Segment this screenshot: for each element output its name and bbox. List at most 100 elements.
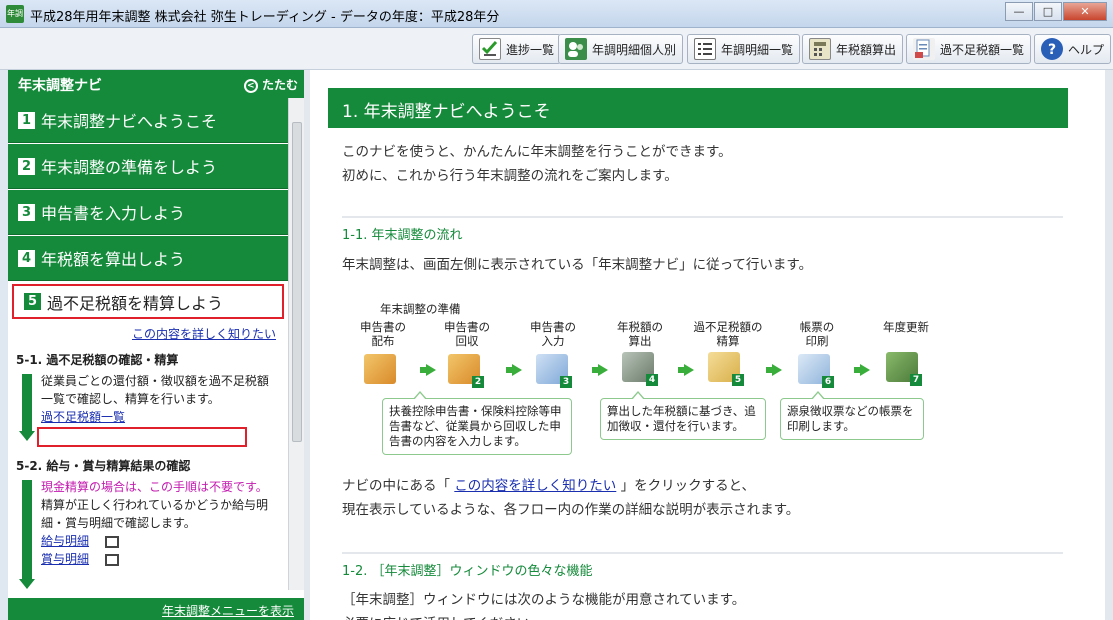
- calculator-icon: [809, 38, 831, 60]
- list-icon: [694, 38, 716, 60]
- step-label: 年末調整ナビへようこそ: [41, 112, 218, 131]
- toolbar: 進捗一覧 年調明細個人別 年調明細一覧 年税額算出 過不足税額一覧 ? ヘルプ: [0, 28, 1113, 70]
- progress-arrow: [19, 480, 35, 589]
- flow-step-label: 帳票の 印刷: [799, 320, 835, 348]
- section-5-1-title: 5-1. 過不足税額の確認・精算: [16, 353, 179, 367]
- flow-intro: 年末調整は、画面左側に表示されている「年末調整ナビ」に従って行います。: [342, 257, 813, 273]
- window-title: 平成28年用年末調整 株式会社 弥生トレーディング - データの年度：平成28年…: [30, 10, 500, 25]
- detail-info-link[interactable]: この内容を詳しく知りたい: [132, 325, 276, 342]
- flow-arrow-icon: [420, 364, 436, 376]
- step-number: 5: [24, 293, 41, 310]
- step-label: 申告書を入力しよう: [41, 204, 186, 223]
- show-menu-link[interactable]: 年末調整メニューを表示: [162, 602, 294, 619]
- individual-detail-button[interactable]: 年調明細個人別: [558, 34, 684, 64]
- individual-detail-label: 年調明細個人別: [592, 42, 677, 57]
- flow-arrow-icon: [506, 364, 522, 376]
- detail-info-inline-link[interactable]: この内容を詳しく知りたい: [454, 478, 616, 494]
- flow-group-label: 年末調整の準備: [380, 302, 461, 316]
- nav-footer: 年末調整メニューを表示: [8, 598, 304, 620]
- nav-title: 年末調整ナビ: [18, 78, 102, 94]
- nav-step-5[interactable]: 5 過不足税額を精算しよう: [12, 284, 284, 319]
- new-window-icon[interactable]: [104, 553, 119, 566]
- intro-line-1: このナビを使うと、かんたんに年末調整を行うことができます。: [342, 144, 732, 160]
- settlement-explanation-bubble: 算出した年税額に基づき、追加徴収・還付を行います。: [600, 391, 766, 440]
- step-number: 4: [18, 249, 35, 267]
- tax-difference-list-link[interactable]: 過不足税額一覧: [41, 410, 125, 424]
- progress-list-button[interactable]: 進捗一覧: [472, 34, 562, 64]
- help-label: ヘルプ: [1068, 42, 1105, 57]
- flow-arrow-icon: [854, 364, 870, 376]
- tax-list-icon: [913, 38, 935, 60]
- distribute-form-icon: [364, 354, 396, 384]
- features-more: 必要に応じて活用してください。: [342, 612, 544, 620]
- flow-step-label: 申告書の 入力: [530, 320, 576, 348]
- step-number: 2: [18, 157, 35, 175]
- title-bar: 年調 平成28年用年末調整 株式会社 弥生トレーディング - データの年度：平成…: [0, 0, 1113, 28]
- detail-list-button[interactable]: 年調明細一覧: [687, 34, 801, 64]
- help-icon: ?: [1041, 38, 1063, 60]
- content-title: 1. 年末調整ナビへようこそ: [328, 88, 1068, 128]
- step-number: 1: [18, 111, 35, 129]
- progress-arrow: [19, 374, 35, 441]
- year-end-flow-diagram: 年末調整の準備 申告書の 配布 申告書の 回収 申告書の 入力 年税額の 算出 過不足税…: [340, 302, 1100, 455]
- svg-text:?: ?: [1048, 42, 1056, 58]
- nav-step-1[interactable]: 1 年末調整ナビへようこそ: [8, 98, 288, 143]
- persons-icon: [565, 38, 587, 60]
- subheading-features: 1-2. ［年末調整］ウィンドウの色々な機能: [342, 552, 1063, 579]
- flow-step-label: 過不足税額の 精算: [693, 320, 763, 348]
- calculator-icon: 4: [622, 352, 658, 386]
- nav-step-4[interactable]: 4 年税額を算出しよう: [8, 236, 288, 281]
- nav-scrollbar[interactable]: [288, 98, 304, 590]
- flow-arrow-icon: [592, 364, 608, 376]
- collect-form-icon: 2: [448, 354, 484, 388]
- app-icon: 年調: [6, 5, 24, 23]
- printer-icon: 6: [798, 354, 834, 388]
- features-intro: ［年末調整］ウィンドウには次のような機能が用意されています。: [342, 592, 746, 608]
- step-number: 3: [18, 203, 35, 221]
- help-button[interactable]: ? ヘルプ: [1034, 34, 1112, 64]
- step-label: 過不足税額を精算しよう: [47, 293, 224, 313]
- subheading-flow: 1-1. 年末調整の流れ: [342, 216, 1063, 243]
- nenmatsu-navi-panel: 年末調整ナビ < たたむ 1 年末調整ナビへようこそ 2 年末調整の準備をしよう…: [8, 70, 304, 620]
- section-5-2-title: 5-2. 給与・賞与精算結果の確認: [16, 459, 191, 473]
- progress-list-label: 進捗一覧: [506, 42, 555, 57]
- flow-step-label: 年度更新: [883, 320, 929, 334]
- nav-step-2[interactable]: 2 年末調整の準備をしよう: [8, 144, 288, 189]
- nav-header: 年末調整ナビ < たたむ: [8, 70, 304, 98]
- detail-list-label: 年調明細一覧: [721, 42, 794, 57]
- annual-tax-calc-button[interactable]: 年税額算出: [802, 34, 904, 64]
- step-label: 年税額を算出しよう: [41, 250, 186, 269]
- new-window-icon[interactable]: [104, 535, 119, 548]
- content-pane: 1. 年末調整ナビへようこそ このナビを使うと、かんたんに年末調整を行うことがで…: [310, 70, 1105, 620]
- intro-line-2: 初めに、これから行う年末調整の流れをご案内します。: [342, 168, 678, 184]
- highlight-box: [37, 427, 247, 447]
- flow-step-label: 申告書の 配布: [360, 320, 406, 348]
- year-update-icon: 7: [886, 352, 922, 386]
- close-button[interactable]: ✕: [1063, 2, 1107, 21]
- input-form-icon: 3: [536, 354, 572, 388]
- minimize-button[interactable]: —: [1005, 2, 1033, 21]
- cash-settlement-note: 現金精算の場合は、この手順は不要です。: [41, 480, 268, 494]
- collapse-nav-button[interactable]: < たたむ: [243, 76, 298, 93]
- section-5-2-body: 現金精算の場合は、この手順は不要です。 精算が正しく行われているかどうか給与明細…: [16, 478, 278, 589]
- bonus-detail-link[interactable]: 賞与明細: [41, 552, 89, 566]
- content-scrollbar[interactable]: [1105, 70, 1113, 620]
- tax-difference-list-label: 過不足税額一覧: [940, 42, 1025, 57]
- salary-detail-link[interactable]: 給与明細: [41, 534, 89, 548]
- collapse-icon: <: [243, 78, 258, 93]
- print-explanation-bubble: 源泉徴収票などの帳票を印刷します。: [780, 391, 924, 440]
- nav-scroll-area: 1 年末調整ナビへようこそ 2 年末調整の準備をしよう 3 申告書を入力しよう …: [8, 98, 304, 590]
- nav-scrollbar-thumb[interactable]: [292, 122, 302, 442]
- section-5-2-text: 精算が正しく行われているかどうか給与明細・賞与明細で確認します。: [41, 498, 269, 530]
- coins-plus-minus-icon: 5: [708, 352, 744, 386]
- maximize-button[interactable]: □: [1034, 2, 1062, 21]
- flow-step-label: 申告書の 回収: [444, 320, 490, 348]
- collapse-label: たたむ: [261, 78, 298, 92]
- progress-icon: [479, 38, 501, 60]
- annual-tax-calc-label: 年税額算出: [836, 42, 897, 57]
- tax-difference-list-button[interactable]: 過不足税額一覧: [906, 34, 1032, 64]
- step-label: 年末調整の準備をしよう: [41, 158, 218, 177]
- section-5-1-text: 従業員ごとの還付額・徴収額を過不足税額一覧で確認し、精算を行います。: [41, 374, 269, 406]
- flow-arrow-icon: [678, 364, 694, 376]
- nav-step-3[interactable]: 3 申告書を入力しよう: [8, 190, 288, 235]
